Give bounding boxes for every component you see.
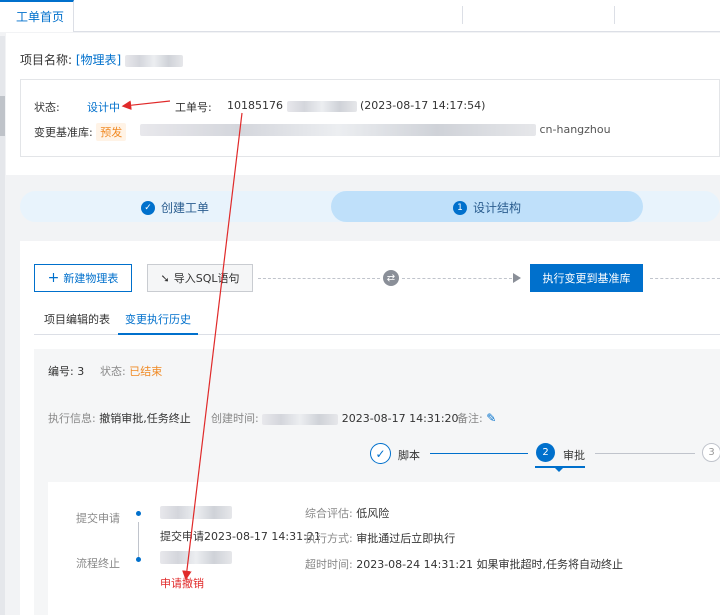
redacted-db	[140, 124, 536, 136]
exec-mode-value: 审批通过后立即执行	[356, 532, 456, 545]
subtab-bar: 项目编辑的表 变更执行历史	[34, 308, 720, 335]
baseline-label: 变更基准库:	[34, 126, 93, 139]
submit-user	[160, 505, 232, 519]
flow-dash	[258, 278, 380, 279]
arrow-right-icon	[513, 273, 521, 283]
timeout-row: 超时时间: 2023-08-24 14:31:21 如果审批超时,任务将自动终止	[305, 556, 623, 572]
status-row: 状态:	[34, 99, 60, 115]
tab-divider	[462, 6, 463, 24]
order-number: 10185176	[227, 99, 283, 112]
env-tag: 预发	[96, 123, 127, 141]
order-label: 工单号:	[175, 101, 212, 114]
step-design[interactable]: 1 设计结构	[453, 199, 521, 216]
submit-detail: 提交申请2023-08-17 14:31:21	[160, 530, 321, 543]
approval-detail-panel	[48, 482, 720, 615]
step-create-label: 创建工单	[161, 201, 210, 215]
timeline-connector	[595, 453, 695, 454]
record-status-row: 状态: 已结束	[100, 363, 162, 379]
assess-value: 低风险	[356, 507, 390, 520]
plus-icon: +	[47, 270, 60, 286]
timeout-value: 2023-08-24 14:31:21	[356, 558, 474, 571]
step-design-label: 设计结构	[473, 201, 522, 215]
new-table-label: 新建物理表	[63, 272, 119, 285]
timeline-vline	[138, 522, 139, 558]
redacted-creator	[262, 413, 339, 425]
import-sql-label: 导入SQL语句	[173, 272, 240, 285]
order-time: (2023-08-17 14:17:54)	[360, 99, 486, 112]
check-icon: ✓	[141, 200, 155, 215]
sync-icon: ⇄	[383, 270, 399, 286]
terminate-user	[160, 550, 232, 564]
tab-exec-history[interactable]: 变更执行历史	[118, 308, 198, 335]
caret-down-icon	[553, 466, 565, 472]
created-value: 2023-08-17 14:31:20	[341, 412, 459, 425]
status-value: 设计中	[87, 101, 120, 114]
step-create[interactable]: ✓ 创建工单	[141, 199, 209, 216]
tab-project-tables[interactable]: 项目编辑的表	[44, 308, 110, 335]
baseline-db-row: cn-hangzhou	[140, 123, 611, 136]
order-number-row: 10185176 (2023-08-17 14:17:54)	[227, 99, 485, 112]
tab-divider	[614, 6, 615, 24]
record-id-row: 编号: 3	[48, 363, 84, 379]
exec-mode-label: 执行方式:	[305, 532, 353, 545]
project-title: 项目名称: [物理表]	[20, 51, 184, 68]
tab-bar: 工单首页	[0, 0, 720, 32]
record-id-value: 3	[77, 365, 85, 378]
import-sql-button[interactable]: ➘ 导入SQL语句	[147, 264, 253, 292]
check-icon: ✓	[370, 443, 391, 464]
timeline-dot	[136, 557, 141, 562]
project-link[interactable]: [物理表]	[76, 53, 121, 67]
execute-change-button[interactable]: 执行变更到基准库	[530, 264, 643, 292]
created-label: 创建时间:	[211, 412, 259, 425]
baseline-region: cn-hangzhou	[539, 123, 611, 136]
edit-icon[interactable]: ✎	[486, 411, 496, 425]
record-id-label: 编号:	[48, 365, 74, 378]
cancel-text: 申请撤销	[160, 577, 204, 590]
workorder-info-box	[20, 79, 720, 157]
assess-label: 综合评估:	[305, 507, 353, 520]
step-number-icon: 1	[453, 200, 467, 215]
redacted-user	[160, 505, 232, 519]
exec-mode-row: 执行方式: 审批通过后立即执行	[305, 530, 455, 546]
created-row: 创建时间: 2023-08-17 14:31:20	[211, 410, 459, 426]
exec-info-label: 执行信息:	[48, 412, 96, 425]
redacted-user	[160, 550, 232, 564]
remark-row: 备注: ✎	[457, 410, 496, 426]
timeline-dot	[136, 511, 141, 516]
submit-label: 提交申请	[76, 512, 120, 525]
status-label: 状态:	[34, 101, 60, 114]
flow-dash	[650, 278, 720, 279]
cursor-icon: ➘	[160, 271, 170, 285]
redacted-order	[286, 100, 357, 112]
tab-workorder-home[interactable]: 工单首页	[0, 0, 74, 32]
record-status-value: 已结束	[129, 365, 163, 378]
timeline-step-number: 3	[702, 443, 720, 462]
remark-label: 备注:	[457, 412, 483, 425]
timeline-step-number: 2	[536, 443, 555, 462]
timeout-note: 如果审批超时,任务将自动终止	[476, 558, 624, 571]
timeout-label: 超时时间:	[305, 558, 353, 571]
exec-info-value: 撤销审批,任务终止	[99, 412, 191, 425]
flow-dash	[402, 278, 512, 279]
redacted-project-name	[125, 54, 184, 67]
project-label: 项目名称:	[20, 53, 73, 67]
scrollbar-thumb[interactable]	[0, 96, 5, 136]
record-status-label: 状态:	[100, 365, 126, 378]
timeline-connector	[430, 453, 528, 454]
baseline-row: 变更基准库: 预发	[34, 123, 127, 141]
exec-info-row: 执行信息: 撤销审批,任务终止	[48, 410, 191, 426]
timeline-script-label[interactable]: 脚本	[398, 447, 420, 463]
assess-row: 综合评估: 低风险	[305, 505, 389, 521]
timeline-approval-label[interactable]: 审批	[563, 447, 585, 463]
left-scrollbar[interactable]	[0, 36, 5, 615]
terminate-label: 流程终止	[76, 557, 120, 570]
order-row: 工单号:	[175, 99, 212, 115]
new-table-button[interactable]: + 新建物理表	[34, 264, 132, 292]
